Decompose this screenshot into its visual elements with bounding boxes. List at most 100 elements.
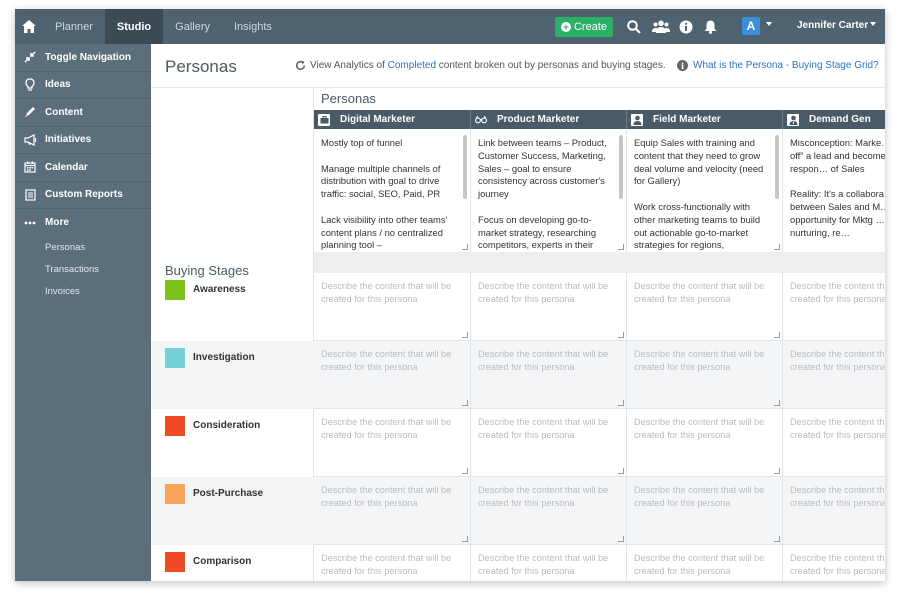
- help-link-container[interactable]: i What is the Persona - Buying Stage Gri…: [677, 60, 879, 71]
- stage-row-awareness: Awareness Describe the content that will…: [151, 273, 885, 341]
- help-link[interactable]: What is the Persona - Buying Stage Grid?: [693, 60, 879, 71]
- content-cell[interactable]: Describe the content that will be create…: [627, 409, 783, 477]
- resize-handle[interactable]: [462, 244, 468, 250]
- cell-placeholder: Describe the content that will be create…: [790, 553, 885, 576]
- resize-handle[interactable]: [462, 332, 468, 338]
- cell-placeholder: Describe the content that will be create…: [634, 485, 765, 508]
- resize-handle[interactable]: [774, 332, 780, 338]
- persona-description-textarea[interactable]: Mostly top of funnel Manage multiple cha…: [314, 129, 471, 252]
- sidebar-subitem-invoices[interactable]: Invoices: [15, 281, 151, 303]
- persona-header-field-marketer[interactable]: Field Marketer: [627, 110, 783, 129]
- content-cell[interactable]: Describe the content that will be create…: [627, 341, 783, 409]
- persona-description-textarea[interactable]: Link between teams – Product, Customer S…: [471, 129, 627, 252]
- analytics-note: View Analytics of Completed content brok…: [295, 60, 666, 71]
- analytics-prefix: View Analytics of: [310, 60, 385, 71]
- content-cell[interactable]: Describe the content that will be create…: [471, 477, 627, 545]
- content-cell[interactable]: Describe the content that will be create…: [471, 273, 627, 341]
- create-button-label: Create: [573, 21, 608, 33]
- create-button[interactable]: + Create: [555, 17, 613, 37]
- content-cell[interactable]: Describe the content that will be create…: [471, 341, 627, 409]
- resize-handle[interactable]: [618, 400, 624, 406]
- page-title: Personas: [165, 57, 237, 76]
- resize-handle[interactable]: [618, 536, 624, 542]
- bell-icon[interactable]: [702, 18, 719, 35]
- chevron-down-icon[interactable]: [870, 22, 876, 26]
- persona-header-demand-gen[interactable]: Demand Gen: [783, 110, 885, 129]
- content-cell[interactable]: Describe the content that will be create…: [314, 545, 471, 581]
- cell-placeholder: Describe the content that will be create…: [478, 553, 609, 576]
- sidebar-item-ideas[interactable]: Ideas: [15, 72, 151, 99]
- persona-header-digital-marketer[interactable]: Digital Marketer: [314, 110, 471, 129]
- resize-handle[interactable]: [618, 468, 624, 474]
- resize-handle[interactable]: [618, 332, 624, 338]
- content-cell[interactable]: Describe the content that will be create…: [627, 545, 783, 581]
- tab-insights[interactable]: Insights: [222, 9, 284, 44]
- content-cell[interactable]: Describe the content that will be create…: [314, 477, 471, 545]
- persona-name: Field Marketer: [653, 114, 721, 125]
- content-cell[interactable]: Describe the content that will be create…: [783, 273, 885, 341]
- cell-placeholder: Describe the content that will be create…: [478, 417, 609, 440]
- content-cell[interactable]: Describe the content that will be create…: [783, 477, 885, 545]
- resize-handle[interactable]: [618, 244, 624, 250]
- cell-placeholder: Describe the content that will be create…: [478, 281, 609, 304]
- cell-placeholder: Describe the content that will be create…: [321, 417, 452, 440]
- stage-color-swatch: [165, 552, 185, 572]
- info-icon[interactable]: [677, 18, 694, 35]
- tab-planner[interactable]: Planner: [43, 9, 105, 44]
- content-cell[interactable]: Describe the content that will be create…: [314, 273, 471, 341]
- resize-handle[interactable]: [774, 400, 780, 406]
- stage-label: Investigation: [193, 352, 255, 363]
- user-name[interactable]: Jennifer Carter: [797, 20, 868, 31]
- tab-gallery[interactable]: Gallery: [163, 9, 222, 44]
- scrollbar[interactable]: [463, 135, 467, 199]
- cell-placeholder: Describe the content that will be create…: [478, 485, 609, 508]
- content-cell[interactable]: Describe the content that will be create…: [783, 409, 885, 477]
- persona-description-textarea[interactable]: Equip Sales with training and content th…: [627, 129, 783, 252]
- content-cell[interactable]: Describe the content that will be create…: [627, 477, 783, 545]
- resize-handle[interactable]: [774, 536, 780, 542]
- account-avatar[interactable]: A: [742, 17, 760, 35]
- team-icon[interactable]: [651, 18, 671, 35]
- sidebar-item-calendar[interactable]: Calendar: [15, 154, 151, 182]
- home-icon[interactable]: [15, 9, 43, 44]
- content-cell[interactable]: Describe the content that will be create…: [314, 341, 471, 409]
- content-cell[interactable]: Describe the content that will be create…: [627, 273, 783, 341]
- grid-divider-band: [314, 252, 885, 273]
- persona-description-textarea[interactable]: Misconception: Marke… “hands off” a lead…: [783, 129, 885, 252]
- persona-description: Link between teams – Product, Customer S…: [478, 137, 607, 251]
- tab-studio[interactable]: Studio: [104, 9, 164, 44]
- completed-analytics-link[interactable]: Completed: [388, 60, 436, 71]
- sidebar-item-toggle-navigation[interactable]: Toggle Navigation: [15, 44, 151, 72]
- content-cell[interactable]: Describe the content that will be create…: [471, 409, 627, 477]
- content-cell[interactable]: Describe the content that will be create…: [314, 409, 471, 477]
- stage-row-post-purchase: Post-Purchase Describe the content that …: [151, 477, 885, 545]
- cell-placeholder: Describe the content that will be create…: [321, 281, 452, 304]
- cell-placeholder: Describe the content that will be create…: [634, 553, 765, 576]
- sidebar-item-content[interactable]: Content: [15, 99, 151, 127]
- calendar-icon: [21, 160, 39, 174]
- persona-header-product-marketer[interactable]: Product Marketer: [471, 110, 627, 129]
- search-icon[interactable]: [625, 18, 642, 35]
- chevron-down-icon[interactable]: [766, 22, 772, 26]
- resize-handle[interactable]: [462, 468, 468, 474]
- cell-placeholder: Describe the content that will be create…: [478, 349, 609, 372]
- stage-label: Awareness: [193, 284, 246, 295]
- resize-handle[interactable]: [774, 468, 780, 474]
- sidebar-item-custom-reports[interactable]: Custom Reports: [15, 182, 151, 209]
- sidebar-item-label: Content: [45, 106, 83, 118]
- resize-handle[interactable]: [462, 400, 468, 406]
- ellipsis-icon: [21, 216, 39, 230]
- scrollbar[interactable]: [775, 135, 779, 199]
- cell-placeholder: Describe the content that will be create…: [634, 349, 765, 372]
- scrollbar[interactable]: [619, 135, 623, 199]
- content-cell[interactable]: Describe the content that will be create…: [471, 545, 627, 581]
- resize-handle[interactable]: [462, 536, 468, 542]
- sidebar-item-initiatives[interactable]: Initiatives: [15, 127, 151, 154]
- resize-handle[interactable]: [774, 244, 780, 250]
- content-cell[interactable]: Describe the content that will be create…: [783, 545, 885, 581]
- sidebar-subitem-personas[interactable]: Personas: [15, 237, 151, 259]
- sidebar-item-more[interactable]: More: [15, 209, 151, 237]
- cell-placeholder: Describe the content that will be create…: [321, 349, 452, 372]
- content-cell[interactable]: Describe the content that will be create…: [783, 341, 885, 409]
- sidebar-subitem-transactions[interactable]: Transactions: [15, 259, 151, 281]
